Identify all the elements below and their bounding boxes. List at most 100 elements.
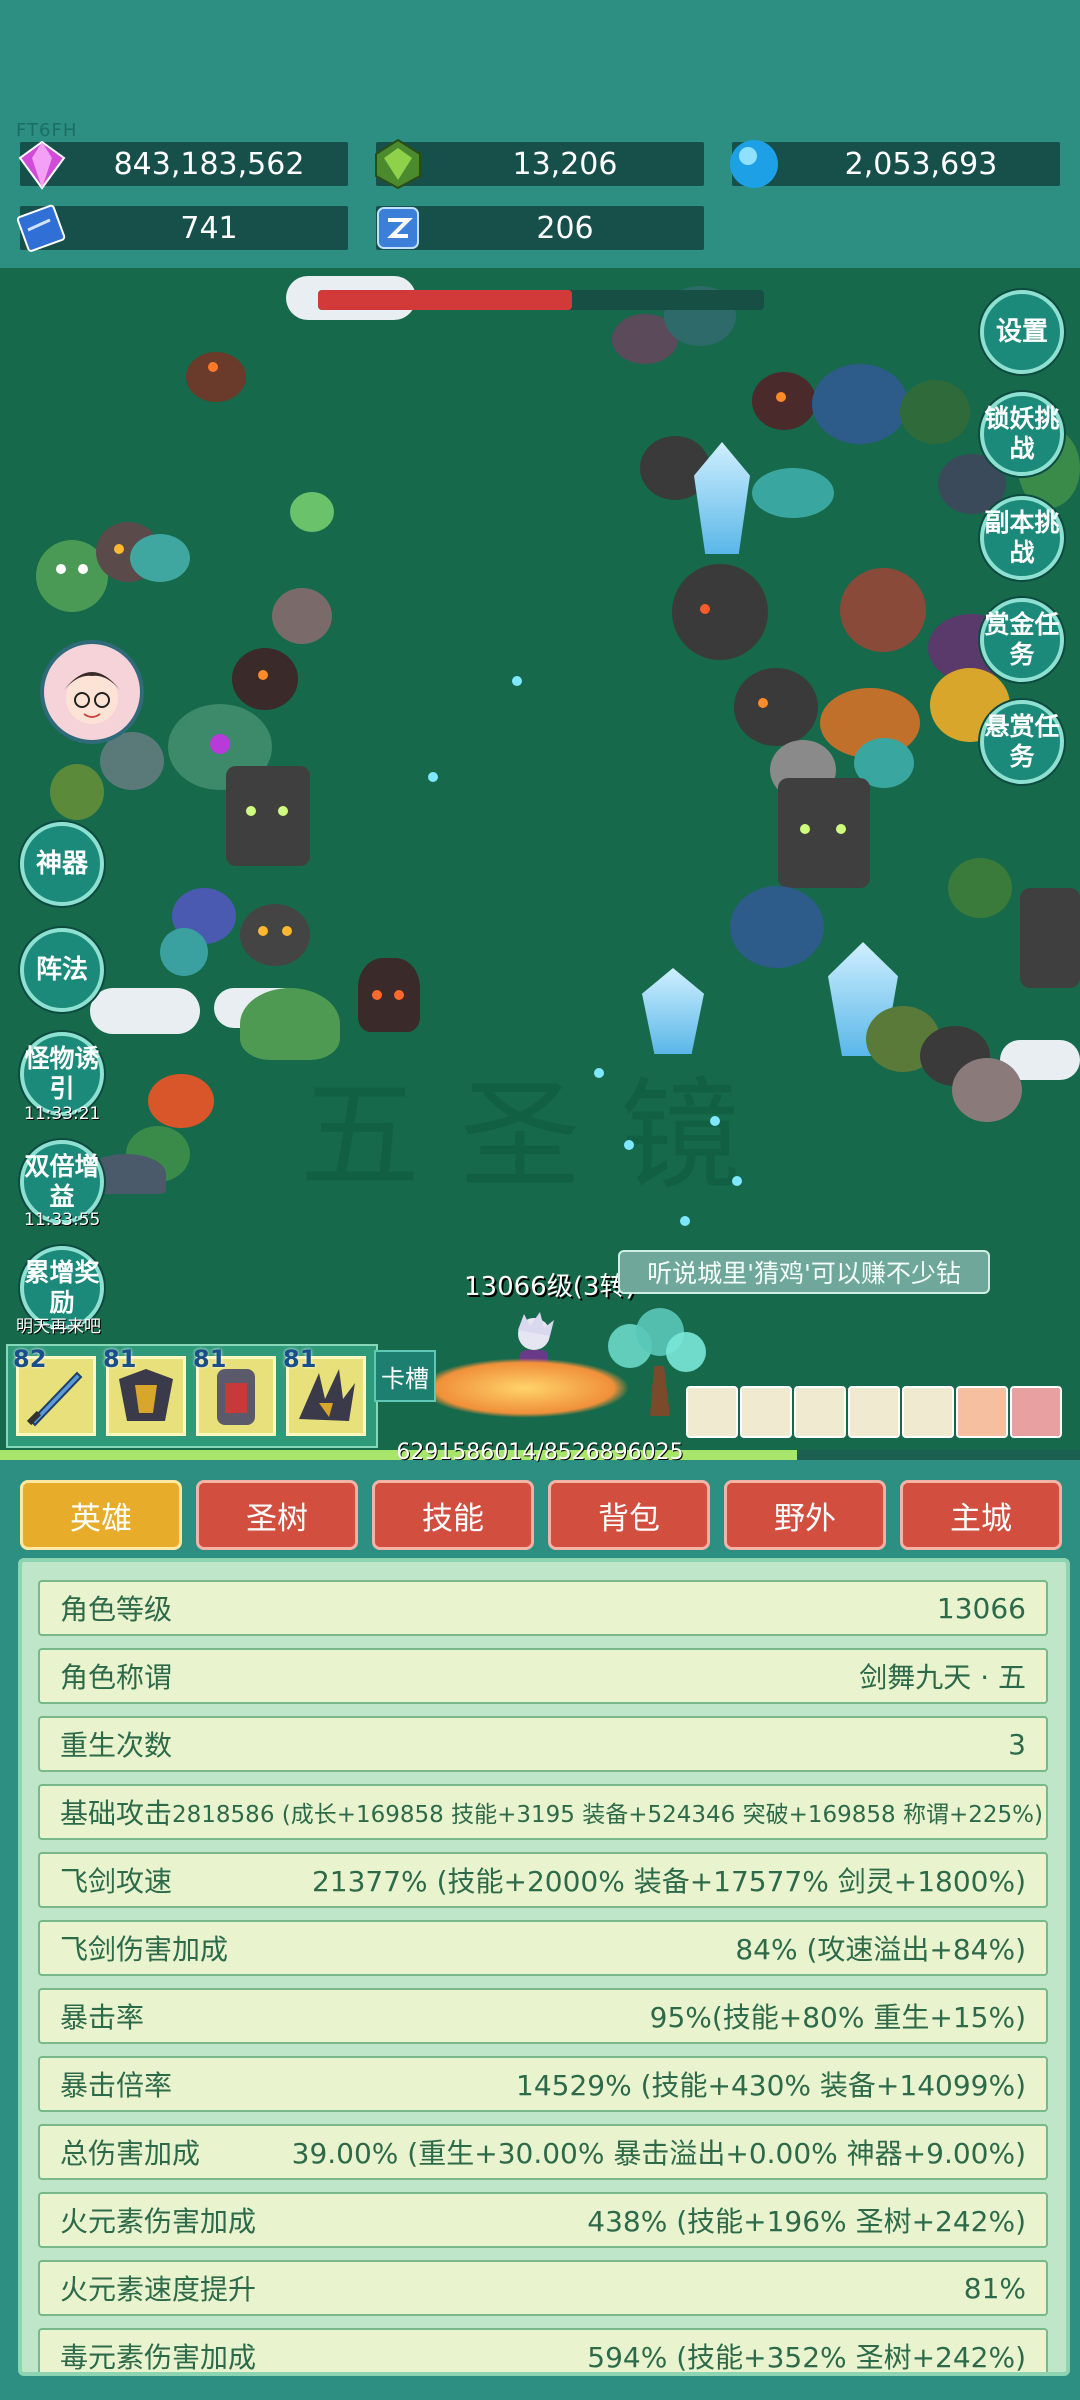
tab-sacred-tree[interactable]: 圣树: [196, 1480, 358, 1550]
resource-value: 2,053,693: [844, 146, 998, 182]
monster: [752, 468, 834, 518]
projectile: [710, 1116, 720, 1126]
double-buff-timer: 11:33:55: [24, 1210, 101, 1230]
resource-value: 741: [180, 210, 238, 246]
equip-slot-claw[interactable]: 81: [283, 1345, 366, 1436]
stat-key: 重生次数: [60, 1729, 173, 1762]
skill-icon[interactable]: [794, 1386, 846, 1438]
stat-key: 飞剑攻速: [60, 1865, 173, 1898]
skill-icon[interactable]: [686, 1386, 738, 1438]
settings-button[interactable]: 设置: [980, 290, 1064, 374]
stat-row: 火元素速度提升 81%: [38, 2260, 1048, 2316]
hero-level-label: 13066级(3转): [464, 1272, 636, 1302]
avatar[interactable]: [40, 640, 144, 744]
stat-value: 438% (技能+196% 圣树+242%): [587, 2205, 1026, 2238]
tab-wilderness[interactable]: 野外: [724, 1480, 886, 1550]
monster: [672, 564, 768, 660]
resource-value: 13,206: [512, 146, 618, 182]
stat-value: 84% (攻速溢出+84%): [735, 1933, 1026, 1966]
equip-slot-armor[interactable]: 81: [103, 1345, 186, 1436]
stat-value: 81%: [963, 2271, 1026, 2305]
tab-backpack[interactable]: 背包: [548, 1480, 710, 1550]
skill-icon[interactable]: [902, 1386, 954, 1438]
stat-key: 暴击倍率: [60, 2069, 173, 2102]
dungeon-challenge-button[interactable]: 副本挑战: [980, 496, 1064, 580]
boss-hp-bar: [318, 290, 764, 310]
robot-monster: [778, 778, 870, 888]
equip-slot-knight[interactable]: 81: [193, 1345, 276, 1436]
demon-lock-challenge-button[interactable]: 锁妖挑战: [980, 392, 1064, 476]
stat-row: 总伤害加成 39.00% (重生+30.00% 暴击溢出+0.00% 神器+9.0…: [38, 2124, 1048, 2180]
mushroom-monster: [240, 988, 340, 1060]
stat-row: 飞剑攻速 21377% (技能+2000% 装备+17577% 剑灵+1800%): [38, 1852, 1048, 1908]
stat-value: 剑舞九天 · 五: [859, 1661, 1026, 1694]
reward-quest-button[interactable]: 悬赏任务: [980, 700, 1064, 784]
resource-diamonds: 843,183,562: [18, 140, 348, 190]
fire-skill-icon[interactable]: [1010, 1386, 1062, 1438]
boss-hp-fill: [318, 290, 573, 310]
cloud: [90, 988, 200, 1034]
projectile: [428, 772, 438, 782]
blue-orb-icon: [730, 140, 778, 188]
monster: [358, 958, 420, 1032]
stat-value: 13066: [936, 1591, 1026, 1625]
projectile: [680, 1216, 690, 1226]
equip-slot-sword[interactable]: 82: [13, 1345, 96, 1436]
resource-bar: FT6FH 843,183,562 13,206 2,053,693 741 2…: [0, 0, 1080, 268]
monster: [752, 372, 816, 430]
resource-value: 843,183,562: [113, 146, 305, 182]
projectile: [732, 1176, 742, 1186]
projectile: [512, 676, 522, 686]
stat-key: 暴击率: [60, 2001, 145, 2034]
card-slot-button[interactable]: 卡槽: [374, 1350, 436, 1402]
stat-row: 暴击率 95%(技能+80% 重生+15%): [38, 1988, 1048, 2044]
tab-skills[interactable]: 技能: [372, 1480, 534, 1550]
stat-key: 总伤害加成: [60, 2137, 201, 2170]
ufo-monster: [812, 364, 908, 444]
stat-value: 21377% (技能+2000% 装备+17577% 剑灵+1800%): [311, 1865, 1026, 1898]
stat-value: 594% (技能+352% 圣树+242%): [587, 2341, 1026, 2374]
stat-row: 飞剑伤害加成 84% (攻速溢出+84%): [38, 1920, 1048, 1976]
resource-value: 206: [536, 210, 594, 246]
stat-row: 暴击倍率 14529% (技能+430% 装备+14099%): [38, 2056, 1048, 2112]
monster: [272, 588, 332, 644]
monster: [952, 1058, 1022, 1122]
stat-key: 角色等级: [60, 1593, 173, 1626]
stat-key: 毒元素伤害加成: [60, 2341, 257, 2374]
formation-button[interactable]: 阵法: [20, 928, 104, 1012]
robot-monster: [226, 766, 310, 866]
field-watermark: 五圣镜: [300, 1067, 780, 1206]
monster: [130, 534, 190, 582]
resource-orbs: 2,053,693: [730, 140, 1060, 188]
chat-bubble: 听说城里'猜鸡'可以赚不少钻: [618, 1250, 990, 1294]
hero-stats-panel[interactable]: 角色等级 13066 角色称谓 剑舞九天 · 五 重生次数 3 基础攻击 2818586…: [18, 1558, 1070, 2376]
cumulative-reward-note: 明天再来吧: [16, 1317, 101, 1337]
slot-level: 82: [13, 1345, 47, 1373]
blue-rune-icon: [377, 207, 419, 249]
skill-icon[interactable]: [740, 1386, 792, 1438]
stat-value: 2818586 (成长+169858 技能+3195 装备+524346 突破+…: [172, 1802, 1043, 1828]
stat-key: 火元素速度提升: [60, 2273, 257, 2306]
equipment-slot-bar: 82 81 81 81: [6, 1344, 378, 1448]
projectile: [624, 1140, 634, 1150]
monster: [50, 764, 104, 820]
stat-key: 角色称谓: [60, 1661, 173, 1694]
pink-gem-icon: [18, 140, 66, 190]
artifact-button[interactable]: 神器: [20, 822, 104, 906]
monster: [948, 858, 1012, 918]
battlefield[interactable]: 五圣镜 设置 锁妖挑战 副本挑战 赏金任务 悬赏任务 神器 阵法 怪物诱引 11…: [0, 268, 1080, 1458]
monster: [160, 928, 208, 976]
stat-value: 39.00% (重生+30.00% 暴击溢出+0.00% 神器+9.00%): [291, 2137, 1026, 2170]
tab-main-city[interactable]: 主城: [900, 1480, 1062, 1550]
stat-value: 95%(技能+80% 重生+15%): [649, 2001, 1026, 2034]
monster: [734, 668, 818, 746]
stat-row: 角色等级 13066: [38, 1580, 1048, 1636]
bounty-quest-button[interactable]: 赏金任务: [980, 598, 1064, 682]
tab-hero[interactable]: 英雄: [20, 1480, 182, 1550]
stat-key: 基础攻击: [60, 1797, 173, 1830]
skill-icon[interactable]: [848, 1386, 900, 1438]
slot-level: 81: [283, 1345, 317, 1373]
stat-key: 火元素伤害加成: [60, 2205, 257, 2238]
fire-skill-icon[interactable]: [956, 1386, 1008, 1438]
monster: [290, 492, 334, 532]
